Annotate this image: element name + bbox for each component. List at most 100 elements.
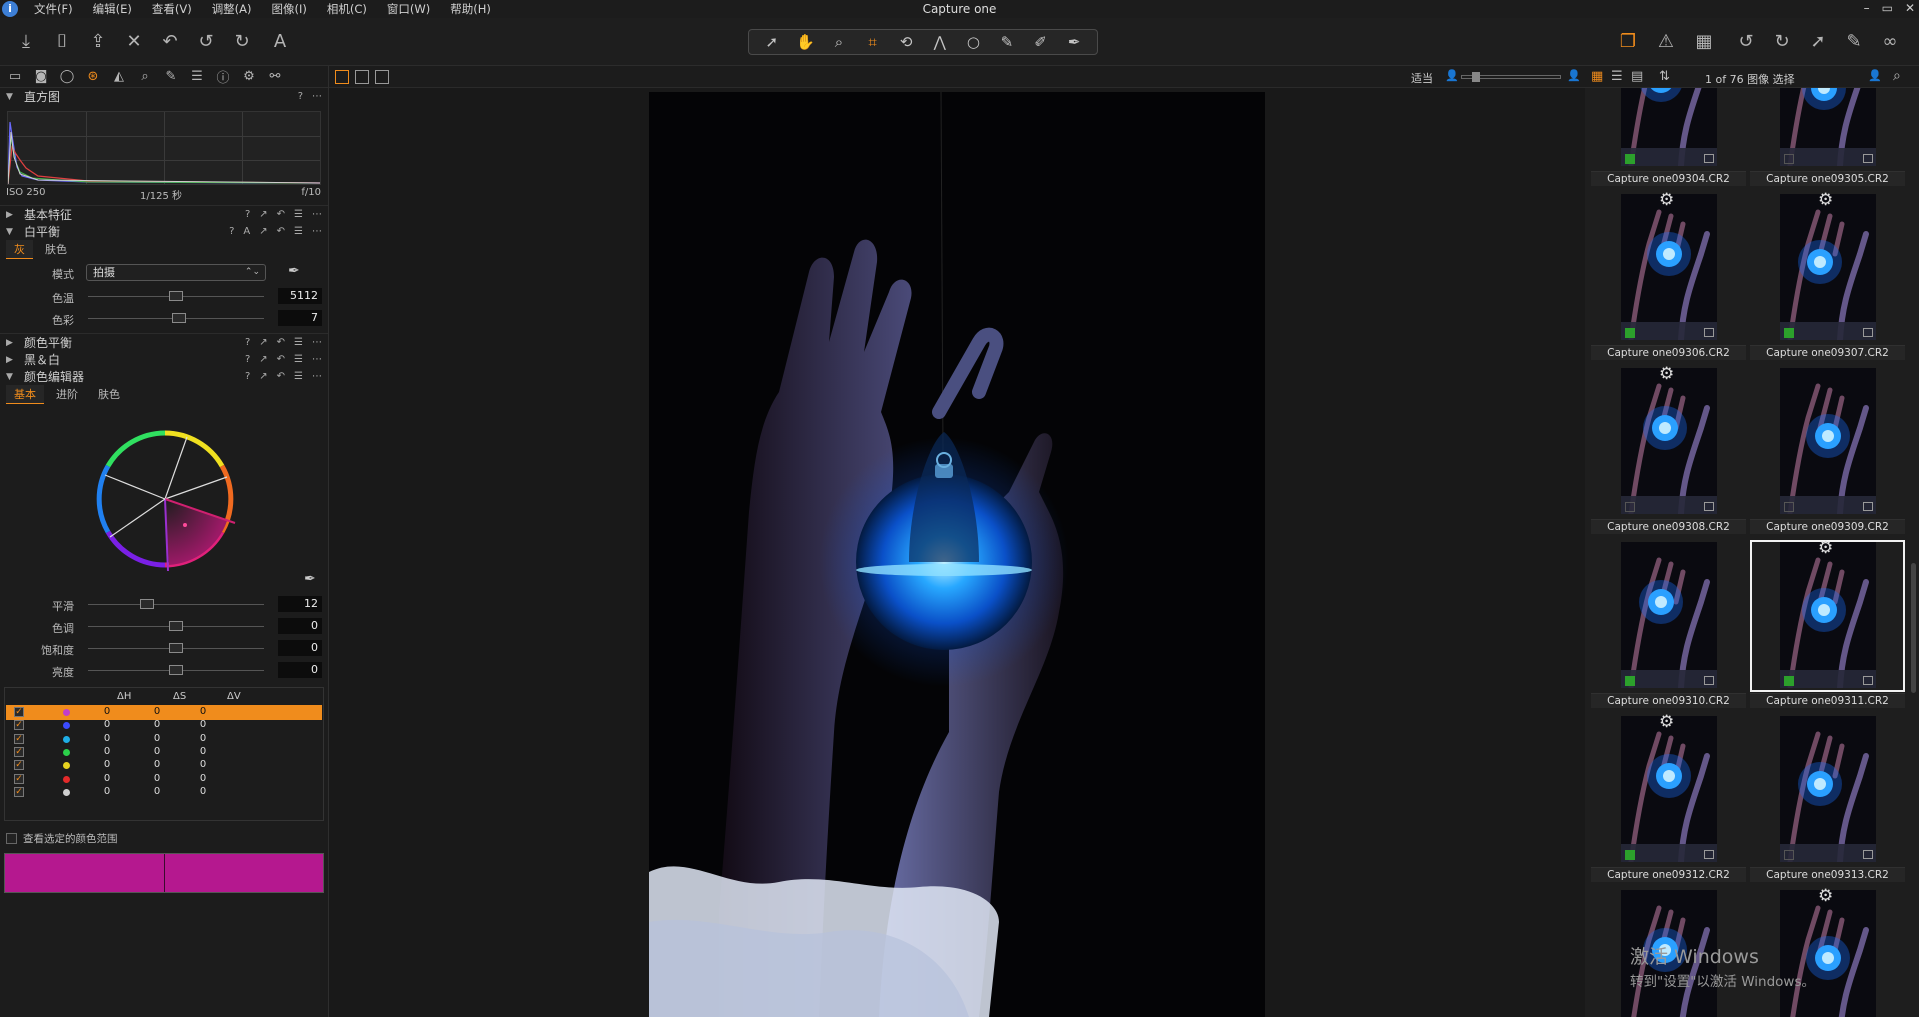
help-icon[interactable]: ?	[245, 354, 250, 365]
undo-icon[interactable]: ↶	[156, 28, 184, 54]
basic-panel-header[interactable]: ▶ 基本特征 ? ↗ ↶ ☰ ⋯	[0, 206, 328, 223]
range-checkbox[interactable]: ✓	[14, 720, 24, 731]
loupe-icon[interactable]: ⌕	[824, 33, 854, 51]
browser-scrollbar[interactable]	[1911, 563, 1916, 693]
copy-icon[interactable]: ↗	[259, 209, 267, 220]
hue-slider[interactable]	[88, 621, 264, 631]
export-icon[interactable]: ➚	[1804, 28, 1832, 54]
color-tag[interactable]	[1784, 328, 1794, 338]
color-balance-header[interactable]: ▶ 颜色平衡 ? ↗ ↶ ☰ ⋯	[0, 334, 328, 351]
camera-icon[interactable]: ⌷	[48, 28, 76, 54]
lightness-slider[interactable]	[88, 665, 264, 675]
tab-basic[interactable]: 基本	[6, 384, 44, 404]
wb-picker-icon[interactable]: ✒	[288, 263, 300, 279]
lightness-input[interactable]: 0	[278, 662, 322, 678]
smooth-input[interactable]: 12	[278, 596, 322, 612]
erase-icon[interactable]: ✐	[1026, 33, 1056, 51]
text-icon[interactable]: A	[266, 28, 294, 54]
kelvin-knob[interactable]	[169, 291, 183, 301]
rotate-icon[interactable]: ⟲	[891, 33, 921, 51]
range-checkbox[interactable]: ✓	[14, 760, 24, 771]
reset-icon[interactable]: ↶	[277, 209, 285, 220]
rotate-left-icon[interactable]: ↺	[1732, 28, 1760, 54]
saturation-knob[interactable]	[169, 643, 183, 653]
hue-knob[interactable]	[169, 621, 183, 631]
batch-icon[interactable]: ⚯	[266, 69, 284, 84]
reset-icon[interactable]: ↶	[277, 354, 285, 365]
delete-icon[interactable]: ✕	[120, 28, 148, 54]
zoom-fit-label[interactable]: 适当	[1411, 70, 1433, 86]
zoom-knob[interactable]	[1472, 72, 1480, 82]
grid-view-icon[interactable]: ▦	[1591, 69, 1603, 84]
reset-icon[interactable]: ↶	[277, 226, 285, 237]
undo-alt-icon[interactable]: ↺	[192, 28, 220, 54]
histogram-header[interactable]: ▼ 直方图 ? ⋯	[0, 88, 328, 105]
lens-icon[interactable]: ◯	[58, 69, 76, 84]
more-icon[interactable]: ⋯	[312, 91, 322, 102]
main-photo[interactable]	[649, 92, 1265, 1017]
help-icon[interactable]: ?	[245, 337, 250, 348]
thumbnail[interactable]: ⚙ Capture one09311.CR2	[1750, 538, 1905, 708]
color-tag[interactable]	[1625, 154, 1635, 164]
range-checkbox[interactable]: ✓	[14, 773, 24, 784]
close-window-button[interactable]: ✕	[1905, 1, 1915, 15]
copy-icon[interactable]: ↗	[259, 371, 267, 382]
rotate-right-icon[interactable]: ↻	[1768, 28, 1796, 54]
color-tag[interactable]	[1625, 502, 1635, 512]
settings-icon[interactable]: ⚙	[240, 69, 258, 84]
thumbnail[interactable]: ⚙ Capture one09307.CR2	[1750, 190, 1905, 360]
smooth-knob[interactable]	[139, 599, 154, 609]
help-icon[interactable]: ?	[229, 226, 234, 237]
menu-file[interactable]: 文件(F)	[24, 1, 83, 17]
thumbnail-info-icon[interactable]	[1704, 154, 1714, 163]
thumbnail[interactable]: ⚙	[1750, 886, 1905, 1017]
reset-icon[interactable]: ↶	[277, 371, 285, 382]
help-icon[interactable]: ?	[245, 209, 250, 220]
color-range-row[interactable]: ✓ 0 0 0	[6, 785, 322, 800]
color-wheel[interactable]	[0, 403, 329, 593]
more-icon[interactable]: ⋯	[312, 209, 322, 220]
kelvin-input[interactable]: 5112	[278, 288, 322, 304]
thumbnail[interactable]: ⚙ Capture one09306.CR2	[1591, 190, 1746, 360]
menu-edit[interactable]: 编辑(E)	[83, 1, 142, 17]
thumbnail-info-icon[interactable]	[1863, 676, 1873, 685]
thumbnail-info-icon[interactable]	[1704, 502, 1714, 511]
thumbnail[interactable]: Capture one09305.CR2	[1750, 88, 1905, 186]
more-icon[interactable]: ⋯	[312, 354, 322, 365]
thumbnail[interactable]: Capture one09313.CR2	[1750, 714, 1905, 882]
import-icon[interactable]: ⤓	[12, 28, 40, 54]
menu-icon[interactable]: ☰	[294, 371, 303, 382]
range-checkbox[interactable]: ✓	[14, 746, 24, 757]
search-icon[interactable]: ⌕	[1893, 68, 1901, 84]
zoom-slider[interactable]	[1461, 72, 1561, 82]
color-tag[interactable]	[1625, 676, 1635, 686]
tab-gray[interactable]: 灰	[6, 239, 33, 259]
tint-knob[interactable]	[172, 313, 187, 323]
library-icon[interactable]: ▭	[6, 69, 24, 84]
minimize-button[interactable]: –	[1864, 1, 1870, 15]
reset-icon[interactable]: ↶	[277, 337, 285, 348]
smooth-slider[interactable]	[88, 599, 264, 609]
thumbnail-info-icon[interactable]	[1863, 328, 1873, 337]
keystone-icon[interactable]: ⋀	[925, 33, 955, 51]
more-icon[interactable]: ⋯	[312, 371, 322, 382]
thumbnail[interactable]: ⚙ Capture one09312.CR2	[1591, 712, 1746, 882]
view-range-checkbox[interactable]	[6, 832, 17, 844]
more-icon[interactable]: ⋯	[312, 226, 322, 237]
compare-view-icon[interactable]	[375, 70, 389, 84]
redo-icon[interactable]: ↻	[228, 28, 256, 54]
warning-icon[interactable]: ⚠	[1652, 28, 1680, 54]
local-adjust-icon[interactable]: ✎	[162, 69, 180, 84]
exposure-icon[interactable]: ◭	[110, 69, 128, 84]
color-icon[interactable]: ⊛	[84, 69, 102, 84]
thumbnail-info-icon[interactable]	[1704, 676, 1714, 685]
filmstrip-icon[interactable]: ▤	[1631, 69, 1643, 84]
thumbnail[interactable]: Capture one09309.CR2	[1750, 366, 1905, 534]
grid-icon[interactable]: ▦	[1690, 28, 1718, 54]
glasses-icon[interactable]: ∞	[1876, 28, 1904, 54]
copy-icon[interactable]: ↗	[259, 226, 267, 237]
hue-input[interactable]: 0	[278, 618, 322, 634]
menu-image[interactable]: 图像(I)	[262, 1, 317, 17]
menu-window[interactable]: 窗口(W)	[377, 1, 440, 17]
sort-icon[interactable]: ⇅	[1659, 69, 1670, 84]
